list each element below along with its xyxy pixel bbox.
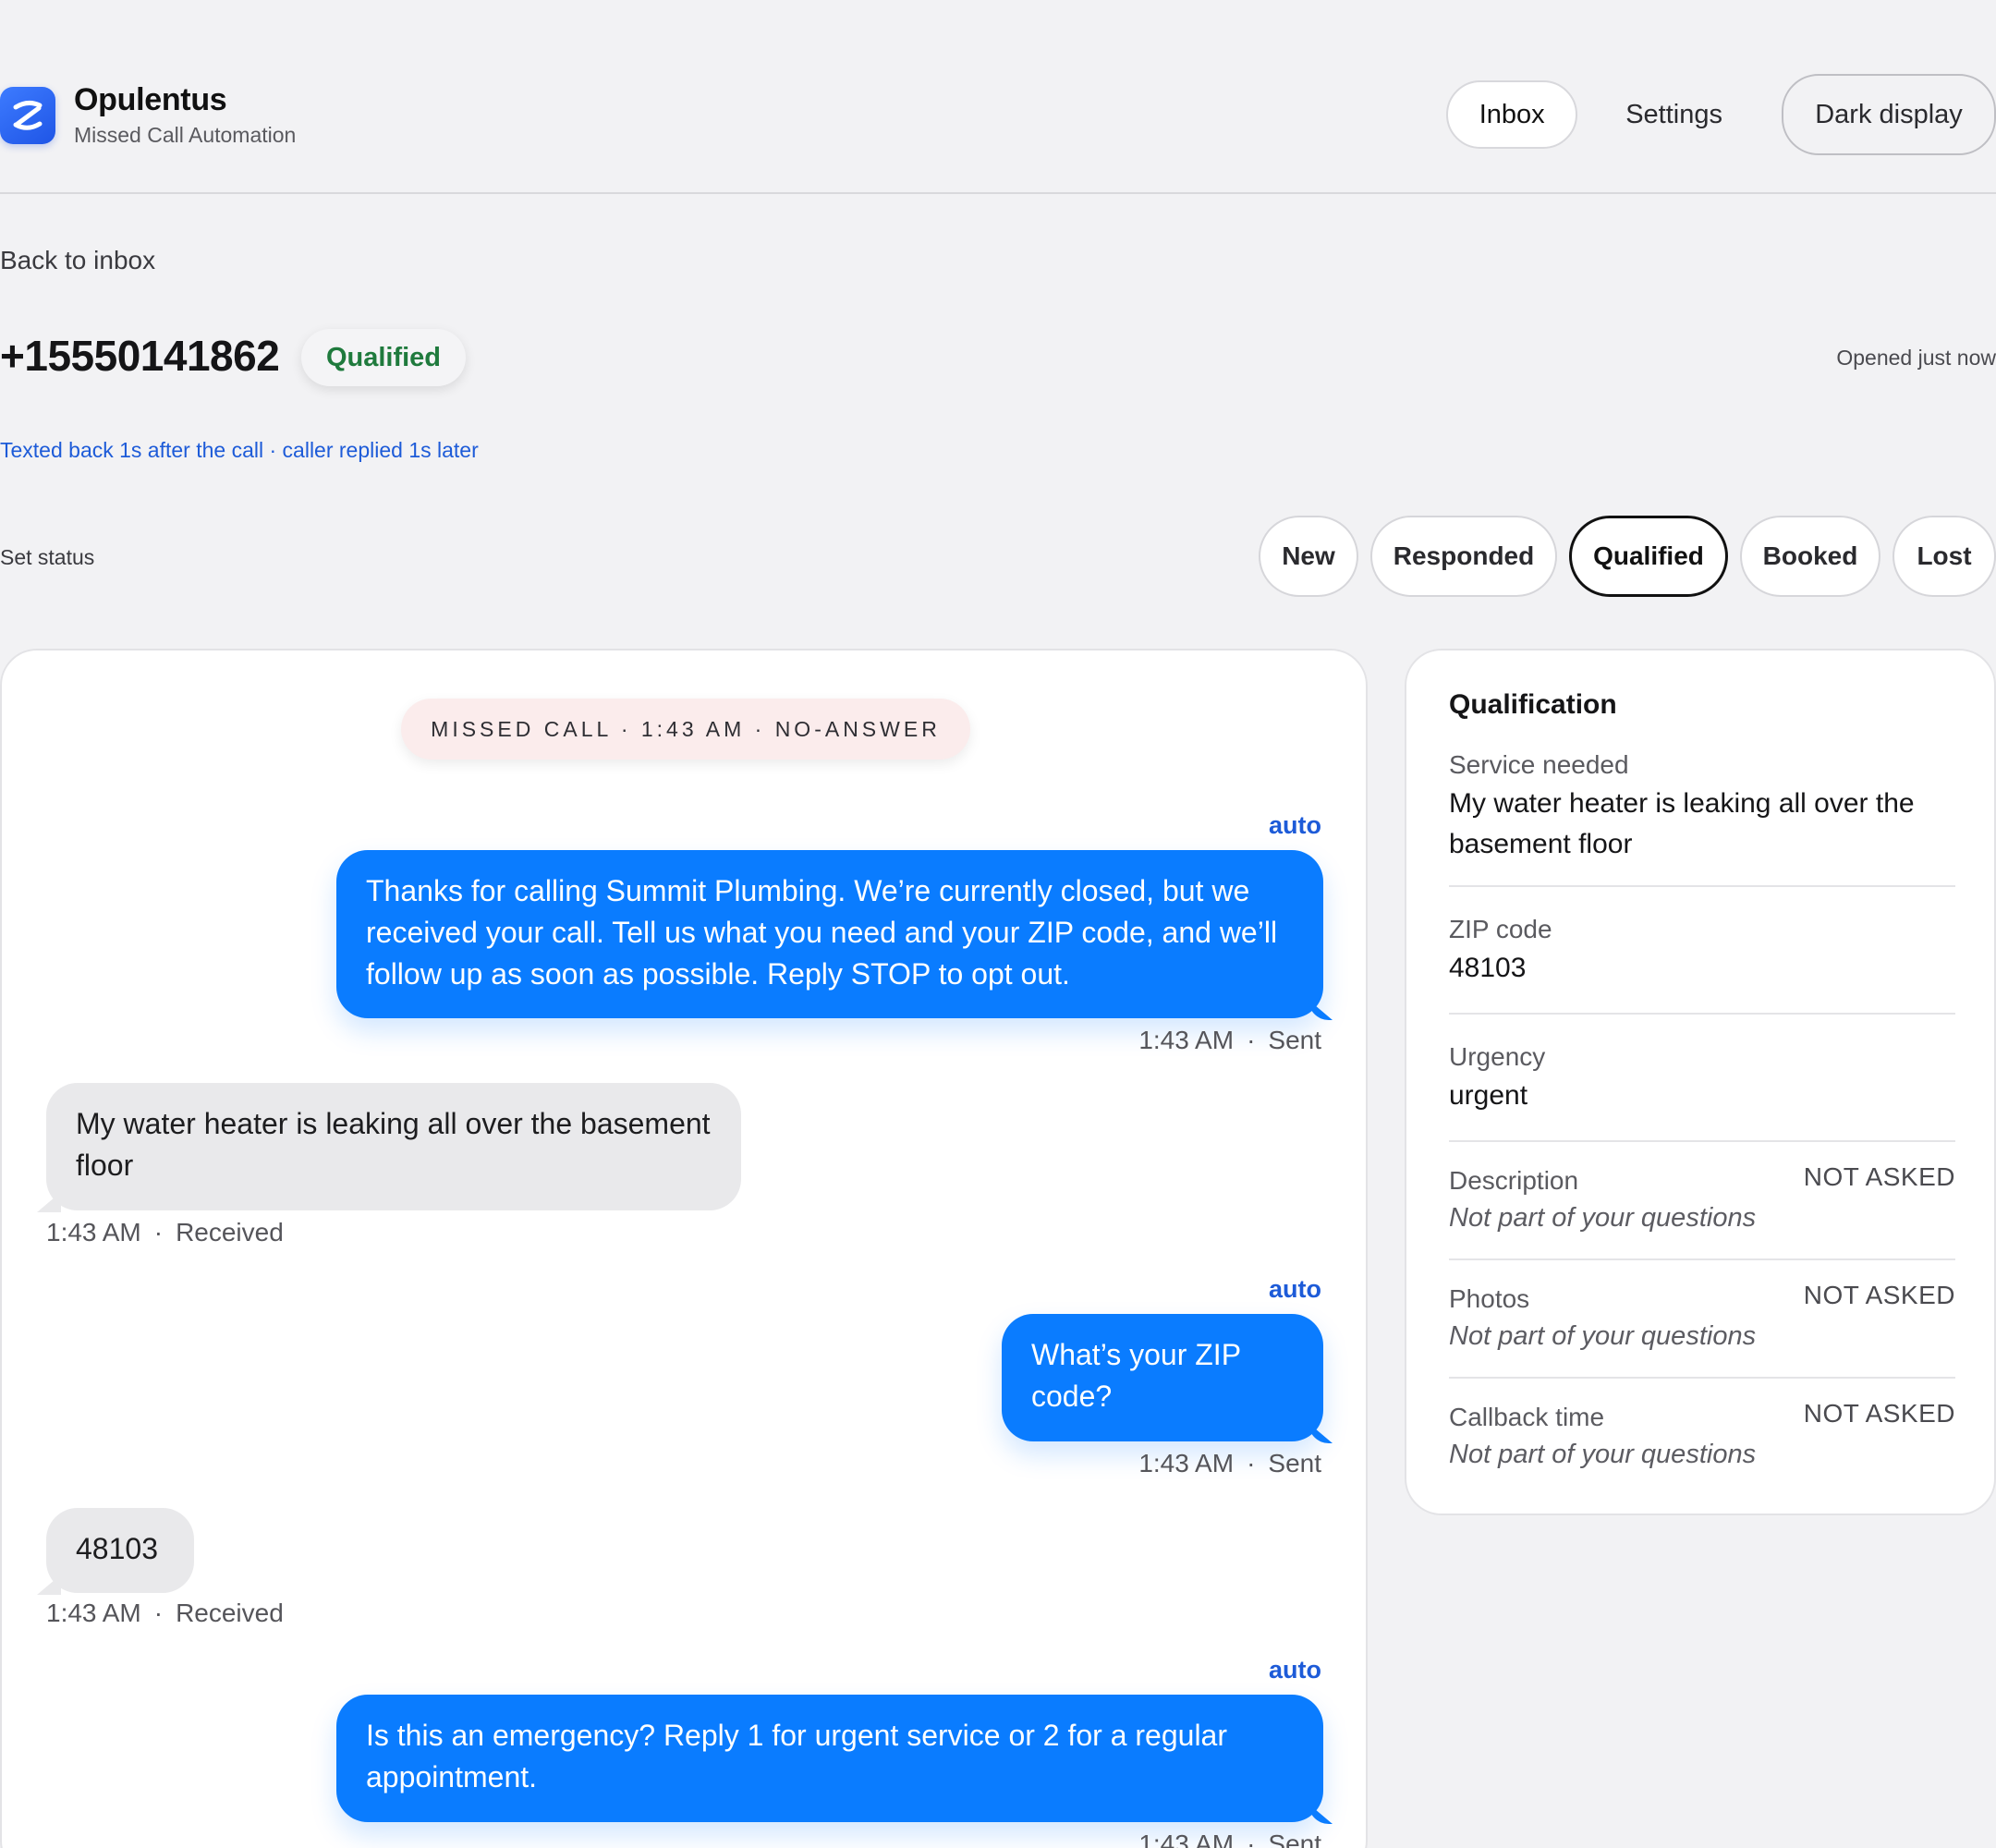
not-asked-flag: NOT ASKED	[1803, 1399, 1955, 1428]
outgoing-message: Is this an emergency? Reply 1 for urgent…	[336, 1695, 1323, 1822]
photos-field: NOT ASKED Photos Not part of your questi…	[1449, 1258, 1955, 1355]
auto-tag: auto	[1269, 811, 1321, 839]
message-meta: 1:43 AM · Sent	[1138, 1449, 1321, 1477]
message-state: Received	[176, 1599, 284, 1627]
field-note: Not part of your questions	[1449, 1203, 1757, 1233]
message-meta: 1:43 AM · Received	[46, 1599, 284, 1627]
nav-inbox-button[interactable]: Inbox	[1446, 80, 1578, 149]
opened-timestamp: Opened just now	[1836, 346, 1996, 370]
callback-time-field: NOT ASKED Callback time Not part of your…	[1449, 1377, 1955, 1473]
message-state: Sent	[1268, 1449, 1321, 1477]
qualification-title: Qualification	[1449, 689, 1617, 720]
service-needed-field: Service needed My water heater is leakin…	[1449, 747, 1955, 865]
field-label: Service needed	[1449, 750, 1629, 779]
message-state: Sent	[1268, 1830, 1321, 1848]
qualification-panel: Qualification Service needed My water he…	[1405, 649, 1996, 1515]
message-meta: 1:43 AM · Received	[46, 1218, 284, 1246]
field-note: Not part of your questions	[1449, 1440, 1757, 1469]
app-name: Opulentus	[74, 82, 227, 117]
back-to-inbox-link[interactable]: Back to inbox	[0, 246, 155, 275]
status-selector: New Responded Qualified Booked Lost	[1247, 516, 1996, 597]
auto-tag: auto	[1269, 1656, 1321, 1684]
urgency-field: Urgency urgent	[1449, 1013, 1955, 1116]
incoming-message: My water heater is leaking all over the …	[46, 1083, 741, 1210]
lead-phone: +15550141862	[0, 332, 280, 380]
field-value: My water heater is leaking all over the …	[1449, 788, 1915, 859]
nav-settings-button[interactable]: Settings	[1594, 80, 1754, 149]
message-time: 1:43 AM	[46, 1599, 141, 1627]
dark-display-button[interactable]: Dark display	[1782, 74, 1996, 155]
app-subtitle: Missed Call Automation	[74, 123, 297, 147]
brand[interactable]: Opulentus Missed Call Automation	[0, 81, 296, 150]
response-timing: Texted back 1s after the call · caller r…	[0, 438, 479, 462]
field-label: Urgency	[1449, 1042, 1546, 1071]
message-state: Sent	[1268, 1026, 1321, 1054]
incoming-message: 48103	[46, 1508, 194, 1593]
field-value: urgent	[1449, 1080, 1528, 1111]
status-lost-button[interactable]: Lost	[1893, 516, 1996, 597]
message-time: 1:43 AM	[1138, 1449, 1235, 1477]
message-time: 1:43 AM	[1138, 1830, 1235, 1848]
auto-tag: auto	[1269, 1275, 1321, 1303]
status-responded-button[interactable]: Responded	[1370, 516, 1557, 597]
zip-code-field: ZIP code 48103	[1449, 885, 1955, 989]
status-booked-button[interactable]: Booked	[1740, 516, 1880, 597]
status-badge: Qualified	[301, 329, 466, 386]
message-time: 1:43 AM	[46, 1218, 141, 1246]
status-new-button[interactable]: New	[1259, 516, 1358, 597]
field-value: 48103	[1449, 953, 1527, 983]
field-label: ZIP code	[1449, 915, 1552, 943]
message-meta: 1:43 AM · Sent	[1138, 1830, 1321, 1848]
message-time: 1:43 AM	[1138, 1026, 1235, 1054]
set-status-label: Set status	[0, 545, 95, 569]
not-asked-flag: NOT ASKED	[1803, 1281, 1955, 1309]
message-meta: 1:43 AM · Sent	[1138, 1026, 1321, 1054]
outgoing-message: Thanks for calling Summit Plumbing. We’r…	[336, 850, 1323, 1018]
field-note: Not part of your questions	[1449, 1321, 1757, 1351]
page: Opulentus Missed Call Automation Inbox S…	[0, 0, 1996, 1848]
message-state: Received	[176, 1218, 284, 1246]
description-field: NOT ASKED Description Not part of your q…	[1449, 1140, 1955, 1236]
not-asked-flag: NOT ASKED	[1803, 1162, 1955, 1191]
top-nav: Inbox Settings Dark display	[1430, 74, 1996, 155]
outgoing-message: What’s your ZIP code?	[1002, 1314, 1323, 1441]
swirl-logo-icon	[0, 87, 55, 144]
status-qualified-button[interactable]: Qualified	[1569, 516, 1728, 597]
app-header: Opulentus Missed Call Automation Inbox S…	[0, 0, 1996, 194]
missed-call-chip: MISSED CALL · 1:43 AM · NO-ANSWER	[401, 699, 970, 760]
conversation-panel[interactable]: MISSED CALL · 1:43 AM · NO-ANSWER auto T…	[0, 649, 1368, 1848]
